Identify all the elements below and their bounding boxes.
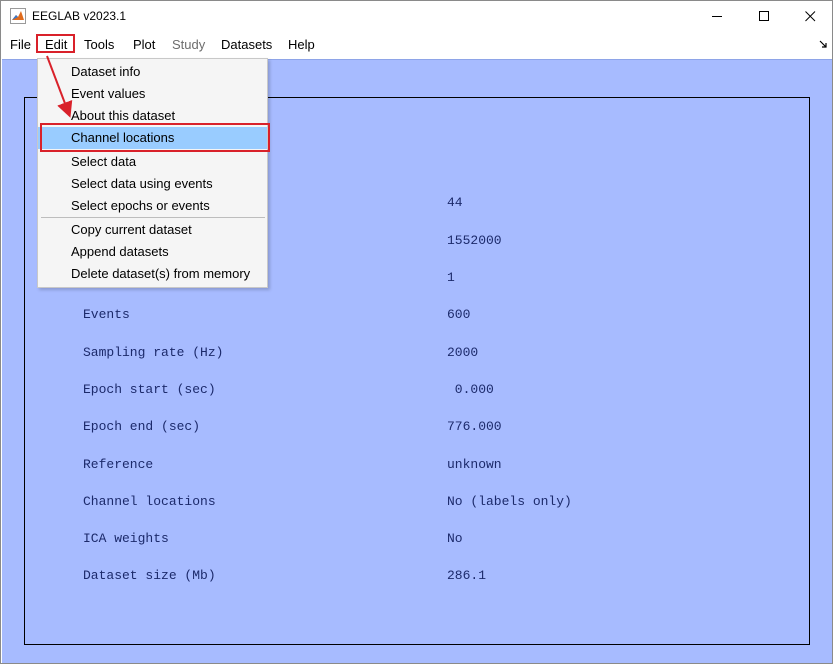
epoch-end-value: 776.000 bbox=[447, 419, 502, 434]
sampling-rate-label: Sampling rate (Hz) bbox=[83, 345, 224, 360]
maximize-icon bbox=[758, 11, 769, 21]
edit-menu-dropdown: Dataset info Event values About this dat… bbox=[37, 58, 268, 288]
menu-bar: File Edit Tools Plot Study Datasets Help bbox=[1, 33, 832, 57]
menu-item-event-values[interactable]: Event values bbox=[38, 83, 267, 105]
epoch-end-label: Epoch end (sec) bbox=[83, 419, 201, 434]
channels-value: 44 bbox=[447, 195, 463, 210]
menu-item-append-datasets[interactable]: Append datasets bbox=[38, 241, 267, 263]
menu-help[interactable]: Help bbox=[288, 37, 315, 52]
frames-value: 1552000 bbox=[447, 233, 502, 248]
close-button[interactable] bbox=[787, 1, 833, 32]
eeglab-window: EEGLAB v2023.1 File Edit Tools Plot Stud… bbox=[0, 0, 833, 664]
channel-locations-label: Channel locations bbox=[83, 494, 216, 509]
menu-file[interactable]: File bbox=[10, 37, 31, 52]
toolbar-toggle-icon[interactable] bbox=[819, 40, 827, 48]
events-value: 600 bbox=[447, 307, 471, 322]
menu-tools[interactable]: Tools bbox=[84, 37, 114, 52]
menu-item-dataset-info[interactable]: Dataset info bbox=[38, 61, 267, 83]
ica-weights-label: ICA weights bbox=[83, 531, 169, 546]
minimize-button[interactable] bbox=[694, 1, 740, 32]
minimize-icon bbox=[711, 16, 722, 17]
menu-item-select-data[interactable]: Select data bbox=[38, 151, 267, 173]
edit-menu-annotation-box bbox=[36, 34, 75, 53]
menu-separator bbox=[41, 217, 265, 218]
menu-item-select-epochs[interactable]: Select epochs or events bbox=[38, 195, 267, 217]
sampling-rate-value: 2000 bbox=[447, 345, 479, 360]
events-label: Events bbox=[83, 307, 130, 322]
epoch-start-value: 0.000 bbox=[447, 382, 494, 397]
dataset-size-label: Dataset size (Mb) bbox=[83, 568, 216, 583]
maximize-button[interactable] bbox=[741, 1, 787, 32]
reference-value: unknown bbox=[447, 457, 502, 472]
reference-label: Reference bbox=[83, 457, 154, 472]
ica-weights-value: No bbox=[447, 531, 463, 546]
window-title: EEGLAB v2023.1 bbox=[32, 9, 127, 23]
menu-datasets[interactable]: Datasets bbox=[221, 37, 272, 52]
matlab-icon bbox=[10, 8, 26, 24]
menu-item-delete-datasets[interactable]: Delete dataset(s) from memory bbox=[38, 263, 267, 285]
menu-item-select-data-events[interactable]: Select data using events bbox=[38, 173, 267, 195]
close-icon bbox=[804, 11, 815, 22]
epoch-start-label: Epoch start (sec) bbox=[83, 382, 216, 397]
menu-item-copy-dataset[interactable]: Copy current dataset bbox=[38, 219, 267, 241]
menu-plot[interactable]: Plot bbox=[133, 37, 155, 52]
channel-locations-value: No (labels only) bbox=[447, 494, 572, 509]
epochs-value: 1 bbox=[447, 270, 455, 285]
menu-study[interactable]: Study bbox=[172, 37, 205, 52]
channel-locations-annotation-box bbox=[40, 123, 270, 152]
dataset-size-value: 286.1 bbox=[447, 568, 487, 583]
title-bar: EEGLAB v2023.1 bbox=[1, 1, 832, 32]
